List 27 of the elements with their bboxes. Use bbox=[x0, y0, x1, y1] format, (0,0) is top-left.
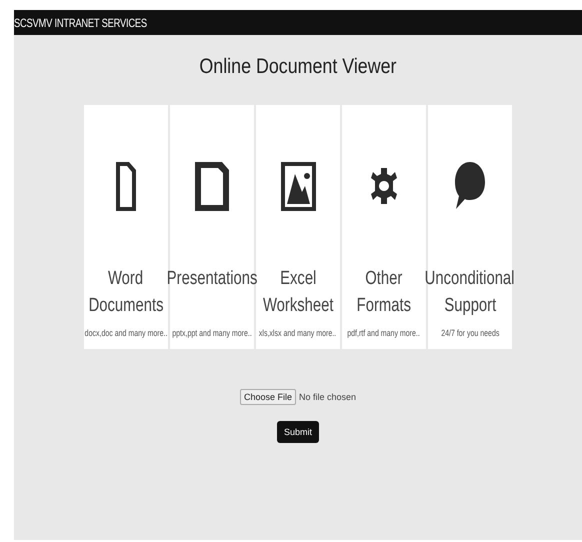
image-icon bbox=[280, 162, 316, 210]
format-card[interactable]: Excel Worksheet xls,xlsx and many more.. bbox=[256, 105, 340, 349]
card-title: Other bbox=[365, 267, 403, 291]
card-title: Documents bbox=[88, 294, 164, 318]
card-subtitle: pdf,rtf and many more.. bbox=[348, 328, 420, 338]
format-card[interactable]: Word Documents docx,doc and many more.. bbox=[84, 105, 168, 349]
site-title: SCSVMV INTRANET SERVICES bbox=[14, 16, 147, 30]
card-subtitle: docx,doc and many more.. bbox=[84, 328, 168, 338]
format-card[interactable]: Unconditional Support 24/7 for you needs bbox=[428, 105, 512, 349]
submit-button[interactable]: Submit bbox=[277, 421, 319, 443]
page-heading: Online Document Viewer bbox=[199, 55, 397, 79]
card-subtitle: pptx,ppt and many more.. bbox=[172, 328, 252, 338]
card-title: Formats bbox=[356, 294, 412, 318]
card-title: Excel bbox=[280, 267, 316, 291]
slide-icon bbox=[195, 162, 229, 210]
card-title: Unconditional bbox=[425, 267, 515, 291]
card-title: Support bbox=[444, 294, 496, 318]
document-icon bbox=[116, 162, 136, 210]
format-card[interactable]: Other Formats pdf,rtf and many more.. bbox=[342, 105, 426, 349]
card-title: Word bbox=[108, 267, 144, 291]
card-title: Worksheet bbox=[262, 294, 334, 318]
choose-file-button[interactable]: Choose File bbox=[240, 389, 296, 405]
card-subtitle: xls,xlsx and many more.. bbox=[259, 328, 337, 338]
gear-icon bbox=[371, 168, 397, 204]
card-subtitle: 24/7 for you needs bbox=[440, 328, 500, 338]
file-status: No file chosen bbox=[298, 392, 356, 402]
speech-bubble-icon bbox=[455, 162, 485, 210]
